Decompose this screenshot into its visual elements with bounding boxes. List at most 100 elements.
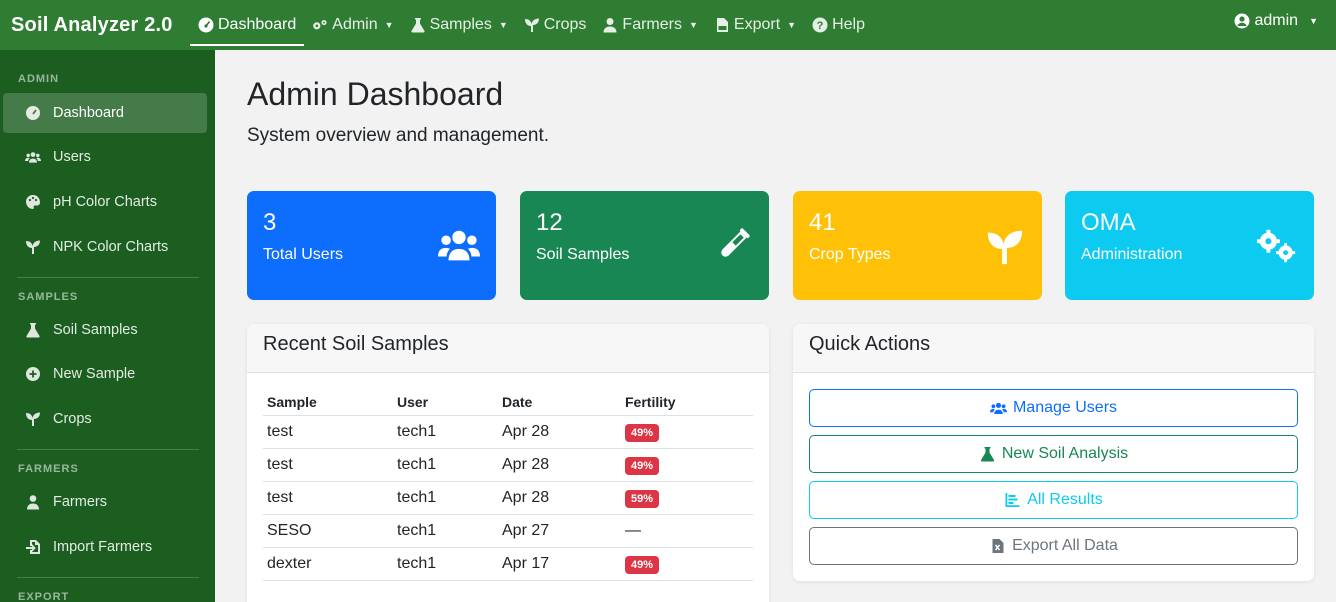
nav-samples-label: Samples (429, 16, 492, 33)
seedling-icon (987, 230, 1023, 265)
table-row[interactable]: test tech1 Apr 28 49% (263, 448, 753, 482)
nav-admin[interactable]: Admin ▼ (304, 4, 401, 46)
button-label: Manage Users (1012, 399, 1118, 416)
cogs-icon (313, 20, 327, 30)
fertility-cell: 49% (621, 547, 753, 581)
file-csv-icon (716, 18, 728, 32)
table-row[interactable]: dexter tech1 Apr 17 49% (263, 547, 753, 581)
fertility-cell: 49% (621, 448, 753, 482)
button-label: All Results (1027, 491, 1103, 508)
sidebar-item-users[interactable]: Users (3, 137, 207, 177)
chevron-down-icon: ▼ (787, 20, 797, 30)
sidebar-divider (17, 577, 199, 578)
date-cell: Apr 17 (498, 547, 621, 581)
nav-samples[interactable]: Samples ▼ (402, 4, 516, 46)
tachometer-icon (26, 106, 40, 120)
chevron-down-icon: ▼ (1309, 16, 1318, 26)
user-cell: tech1 (393, 514, 498, 548)
card-title: Recent Soil Samples (247, 324, 769, 373)
main-content: Admin Dashboard System overview and mana… (215, 50, 1336, 602)
user-icon (27, 495, 39, 510)
sidebar-item-import-farmers[interactable]: Import Farmers (3, 527, 207, 567)
recent-samples-card: Recent Soil Samples Sample User Date Fer… (247, 324, 769, 602)
sidebar: ADMIN Dashboard Users pH Color Charts NP… (0, 50, 215, 602)
sidebar-item-label: Crops (53, 411, 92, 427)
sample-cell: test (263, 415, 393, 449)
table-row[interactable]: SESO tech1 Apr 27 — (263, 514, 753, 548)
sidebar-item-ph-charts[interactable]: pH Color Charts (3, 182, 207, 222)
sidebar-divider (17, 277, 199, 278)
svg-text:?: ? (817, 20, 824, 32)
sidebar-item-soil-samples[interactable]: Soil Samples (3, 310, 207, 350)
card-title: Quick Actions (793, 324, 1314, 373)
column-header: Sample (263, 390, 393, 416)
fertility-badge: 49% (625, 423, 660, 442)
sidebar-heading-farmers: FARMERS (18, 463, 79, 475)
date-cell: Apr 27 (498, 514, 621, 548)
sidebar-item-dashboard[interactable]: Dashboard (3, 93, 207, 133)
sidebar-item-label: Import Farmers (53, 539, 153, 555)
button-label: Export All Data (1012, 537, 1118, 554)
nav-dashboard-label: Dashboard (218, 16, 297, 33)
chart-bar-icon (1005, 493, 1020, 507)
stat-card-users[interactable]: 3 Total Users (247, 191, 496, 300)
nav-farmers[interactable]: Farmers ▼ (594, 4, 705, 46)
export-all-data-button[interactable]: Export All Data (809, 527, 1298, 565)
user-menu[interactable]: admin ▼ (1234, 0, 1318, 42)
nav-admin-label: Admin (332, 16, 378, 33)
users-icon (438, 230, 480, 261)
seedling-icon (524, 18, 539, 32)
vial-icon (721, 228, 750, 257)
nav-export[interactable]: Export ▼ (706, 4, 804, 46)
new-soil-analysis-button[interactable]: New Soil Analysis (809, 435, 1298, 473)
all-results-button[interactable]: All Results (809, 481, 1298, 519)
sidebar-item-label: Dashboard (53, 105, 124, 121)
page-title: Admin Dashboard (247, 76, 504, 112)
top-navbar: Soil Analyzer 2.0 Dashboard Admin ▼ Samp… (0, 0, 1336, 50)
page-subtitle: System overview and management. (247, 125, 550, 146)
sidebar-item-new-sample[interactable]: New Sample (3, 354, 207, 394)
sidebar-item-label: pH Color Charts (53, 194, 157, 210)
sample-cell: test (263, 448, 393, 482)
user-menu-label: admin (1254, 12, 1299, 29)
sidebar-item-crops[interactable]: Crops (3, 399, 207, 439)
sidebar-item-npk-charts[interactable]: NPK Color Charts (3, 227, 207, 267)
table-header-row: Sample User Date Fertility (263, 390, 753, 416)
nav-help[interactable]: ? Help (804, 4, 873, 46)
user-cell: tech1 (393, 415, 498, 449)
column-header: Date (498, 390, 621, 416)
column-header: User (393, 390, 498, 416)
chevron-down-icon: ▼ (384, 20, 394, 30)
user-circle-icon (1234, 13, 1249, 29)
nav-export-label: Export (733, 16, 781, 33)
flask-icon (980, 447, 995, 462)
nav-crops[interactable]: Crops (516, 4, 595, 46)
fertility-badge: 59% (625, 489, 660, 508)
cogs-icon (1256, 229, 1296, 263)
fertility-badge: 49% (625, 555, 660, 574)
sidebar-item-farmers[interactable]: Farmers (3, 482, 207, 522)
stat-card-samples[interactable]: 12 Soil Samples (520, 191, 769, 300)
nav-dashboard[interactable]: Dashboard (190, 4, 305, 46)
flask-icon (410, 18, 425, 33)
stat-card-crops[interactable]: 41 Crop Types (793, 191, 1042, 300)
sidebar-heading-export: EXPORT (18, 591, 70, 602)
table-row[interactable]: test tech1 Apr 28 59% (263, 481, 753, 515)
fertility-badge: 49% (625, 456, 660, 475)
table-row[interactable]: test tech1 Apr 28 49% (263, 415, 753, 449)
file-import-icon (26, 540, 40, 554)
sidebar-heading-samples: SAMPLES (18, 291, 79, 303)
column-header: Fertility (621, 390, 753, 416)
recent-samples-table: Sample User Date Fertility test tech1 Ap… (263, 390, 753, 581)
stat-card-admin[interactable]: OMA Administration (1065, 191, 1314, 300)
tachometer-icon (198, 17, 214, 33)
fertility-cell: 59% (621, 481, 753, 515)
sidebar-item-label: Users (53, 149, 91, 165)
flask-icon (26, 323, 40, 338)
chevron-down-icon: ▼ (688, 20, 698, 30)
nav-farmers-label: Farmers (622, 16, 682, 33)
brand-title[interactable]: Soil Analyzer 2.0 (0, 14, 190, 37)
manage-users-button[interactable]: Manage Users (809, 389, 1298, 427)
sample-cell: test (263, 481, 393, 515)
users-icon (989, 402, 1007, 414)
